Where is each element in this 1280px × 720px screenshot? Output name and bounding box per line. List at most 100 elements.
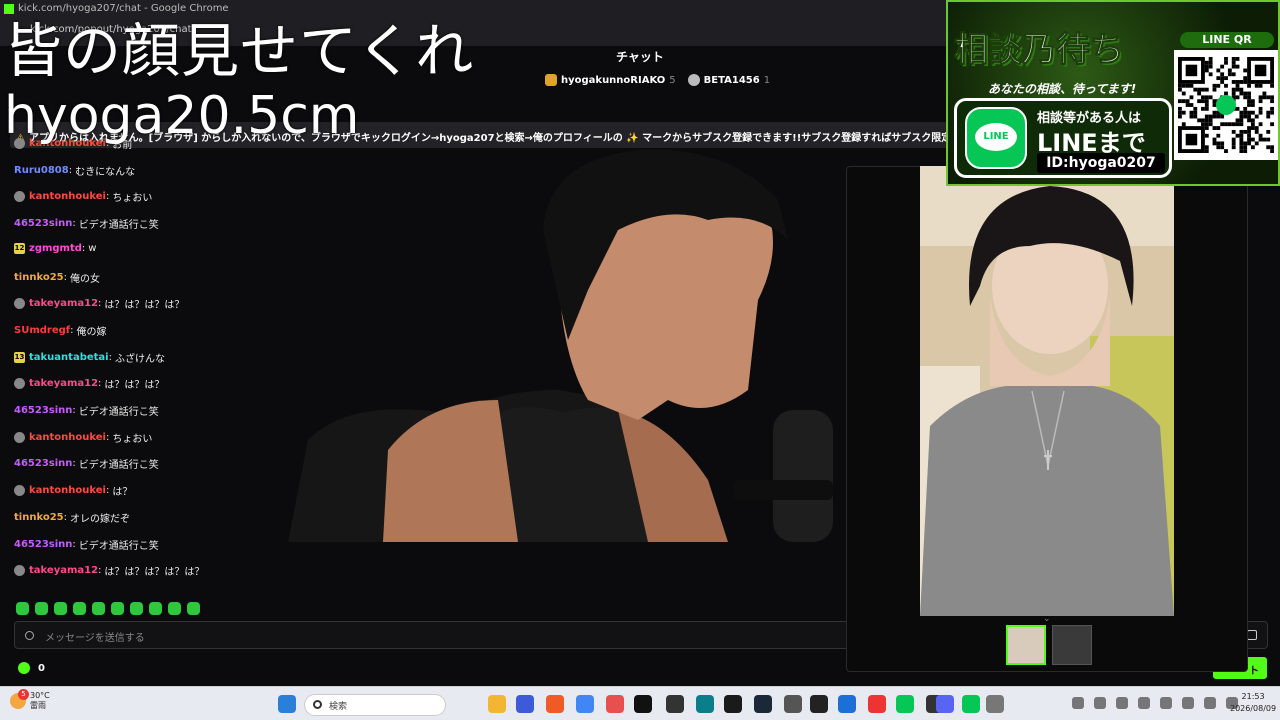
taskbar-search[interactable]: 検索 [304, 694, 446, 716]
taskbar-app-icon[interactable] [696, 695, 714, 713]
emote-icon[interactable] [35, 602, 48, 615]
chat-username[interactable]: 46523sinn [14, 458, 72, 469]
chat-username[interactable]: 46523sinn [14, 539, 72, 550]
guest-photo [920, 166, 1174, 616]
taskbar-app-icon[interactable] [576, 695, 594, 713]
tray-icon[interactable] [1138, 697, 1150, 709]
banner-tagline: あなたの相談、待ってます! [988, 82, 1137, 96]
line-logo-icon: LINE [965, 107, 1027, 169]
chat-username[interactable]: zgmgmtd [29, 243, 82, 254]
taskbar-app-icon[interactable] [634, 695, 652, 713]
tray-icon[interactable] [1204, 697, 1216, 709]
gifter-1[interactable]: hyogakunnoRIAKO 5 [545, 74, 676, 86]
gift-rank-icon [687, 74, 700, 86]
taskbar-app-icon[interactable] [986, 695, 1004, 713]
chat-username[interactable]: Ruru0808 [14, 165, 69, 176]
chat-text: ビデオ通話行こ笑 [78, 220, 159, 232]
chat-username[interactable]: takeyama12 [29, 298, 98, 309]
taskbar-clock[interactable]: 21:53 2026/08/09 [1230, 691, 1276, 715]
emote-icon[interactable] [149, 602, 162, 615]
subscriber-badge-icon: 12 [14, 242, 25, 254]
subscriber-badge-icon: 13 [14, 351, 25, 363]
chat-text: w [88, 242, 97, 254]
emote-icon[interactable] [130, 602, 143, 615]
chat-separator: : [98, 298, 102, 310]
gifter-2[interactable]: BETA1456 1 [687, 74, 770, 86]
chat-username[interactable]: tinnko25 [14, 272, 64, 283]
taskbar-app-icon[interactable] [724, 695, 742, 713]
chat-text: は？は？は？は？ [104, 300, 185, 312]
tray-icon[interactable] [1116, 697, 1128, 709]
chat-text: ビデオ通話行こ笑 [78, 460, 159, 472]
tray-icon[interactable] [1182, 697, 1194, 709]
chat-message: takeyama12: は？は？は？は？ [14, 296, 184, 311]
chat-username[interactable]: kantonhoukei [29, 432, 106, 443]
taskbar-app-icon[interactable] [488, 695, 506, 713]
emote-icon[interactable] [111, 602, 124, 615]
taskbar-app-icon[interactable] [838, 695, 856, 713]
chat-separator: : [98, 565, 102, 577]
chat-separator: : [68, 164, 73, 176]
taskbar-app-icon[interactable] [546, 695, 564, 713]
chat-message: kantonhoukei: ちょおい [14, 189, 152, 204]
chat-separator: : [72, 458, 76, 470]
emote-icon[interactable] [92, 602, 105, 615]
chat-username[interactable]: tinnko25 [14, 512, 64, 523]
channel-points[interactable]: 0 [18, 662, 45, 674]
taskbar-app-icon[interactable] [784, 695, 802, 713]
chat-message: SUmdregf: 俺の嫁 [14, 323, 107, 338]
taskbar-search-placeholder: 検索 [329, 702, 348, 712]
taskbar-app-icon[interactable] [936, 695, 954, 713]
streamer-video [288, 150, 833, 542]
chat-text: ちょおい [112, 433, 153, 445]
taskbar-app-icon[interactable] [810, 695, 828, 713]
chat-separator: : [63, 511, 67, 523]
chat-username[interactable]: SUmdregf [14, 325, 70, 336]
emote-icon[interactable] [187, 602, 200, 615]
chat-username[interactable]: takeyama12 [29, 378, 98, 389]
taskbar-app-icon[interactable] [754, 695, 772, 713]
chat-username[interactable]: takuantabetai [29, 352, 109, 363]
windows-start-icon[interactable] [278, 695, 296, 713]
chat-username[interactable]: 46523sinn [14, 405, 72, 416]
chat-username[interactable]: kantonhoukei [29, 191, 106, 202]
clock-time: 21:53 [1241, 692, 1265, 701]
taskbar-app-icon[interactable] [516, 695, 534, 713]
chat-separator: : [72, 538, 76, 550]
taskbar-app-icon[interactable] [666, 695, 684, 713]
chat-separator: : [72, 405, 76, 416]
chat-message: 46523sinn: ビデオ通話行こ笑 [14, 403, 159, 418]
user-badge-icon [14, 565, 25, 577]
emoji-picker-icon[interactable] [1247, 630, 1257, 640]
tray-icon[interactable] [1094, 697, 1106, 709]
chat-text: ちょおい [112, 193, 153, 205]
tray-icon[interactable] [1160, 697, 1172, 709]
weather-widget[interactable]: 5 30°C 雷雨 [10, 689, 50, 711]
chat-username[interactable]: takeyama12 [29, 565, 98, 576]
emote-icon[interactable] [168, 602, 181, 615]
participant-thumb-guest[interactable] [1006, 625, 1046, 665]
chat-message: tinnko25: 俺の女 [14, 270, 100, 285]
points-icon [18, 662, 30, 674]
emote-icon[interactable] [16, 602, 29, 615]
collapse-chevron-icon[interactable]: ⌄ [1043, 614, 1051, 624]
emote-icon[interactable] [54, 602, 67, 615]
chat-separator: : [81, 242, 86, 254]
chat-message: 46523sinn: ビデオ通話行こ笑 [14, 537, 159, 552]
taskbar-app-icon[interactable] [868, 695, 886, 713]
tray-icon[interactable] [1072, 697, 1084, 709]
chat-username[interactable]: 46523sinn [14, 218, 72, 229]
chat-username[interactable]: kantonhoukei [29, 485, 106, 496]
taskbar-app-icon[interactable] [962, 695, 980, 713]
clock-date: 2026/08/09 [1230, 704, 1277, 713]
emote-icon[interactable] [73, 602, 86, 615]
chat-text: は？ [112, 487, 133, 499]
chat-text: ふざけんな [114, 353, 165, 365]
taskbar-app-icon[interactable] [896, 695, 914, 713]
weather-alert-badge: 5 [18, 689, 29, 700]
participant-thumb-host[interactable] [1052, 625, 1092, 665]
emote-quick-bar [16, 602, 200, 615]
line-contact-banner: 相談乃待ち あなたの相談、待ってます! LINE 相談等がある人は LINEまで… [946, 0, 1280, 186]
chat-separator: : [70, 324, 74, 336]
taskbar-app-icon[interactable] [606, 695, 624, 713]
